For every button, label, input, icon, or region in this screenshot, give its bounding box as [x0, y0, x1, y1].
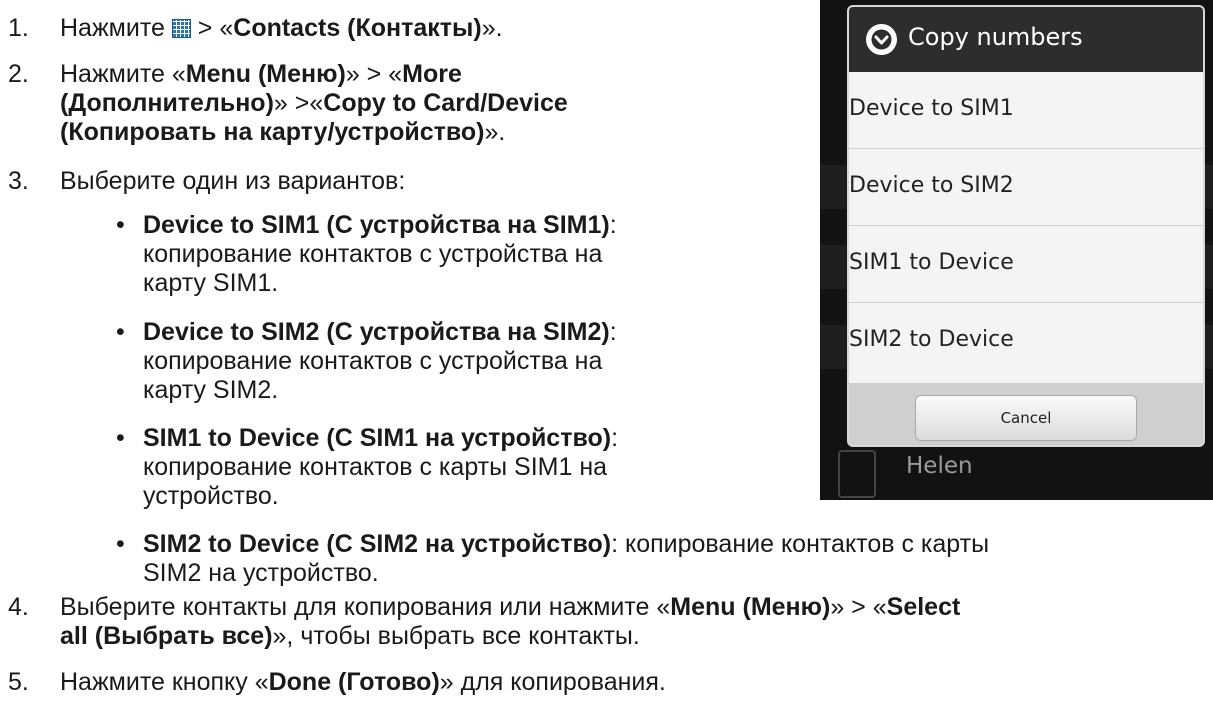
option-device-to-sim2[interactable]: Device to SIM2 [849, 149, 1203, 226]
step-text: », чтобы выбрать все контакты. [272, 622, 640, 650]
contact-avatar-icon [838, 450, 876, 498]
phone-screenshot: Helen Copy numbers Device to SIM1 Device… [820, 0, 1213, 500]
chevron-down-circle-icon [866, 24, 897, 55]
step-text: Выберите контакты для копирования или на… [60, 593, 671, 621]
option-sim1-to-device[interactable]: SIM1 to Device [849, 226, 1203, 303]
step-number: 5. [8, 668, 29, 696]
bullet-text: копирование контактов с устройства на [143, 347, 603, 375]
step-text: Нажмите кнопку « [60, 668, 269, 696]
dialog-title-bar: Copy numbers [849, 7, 1203, 72]
bullet-text: : копирование контактов с карты [611, 530, 990, 558]
step-text: > « [190, 14, 234, 42]
bullet-dot: • [116, 211, 125, 239]
bullet-bold-text: Device to SIM1 (С устройства на SIM1) [143, 211, 610, 239]
apps-grid-icon [171, 19, 191, 38]
step-text: » >« [273, 89, 324, 117]
step-bold-text: Menu (Меню) [670, 593, 831, 621]
bullet-bold-text: SIM2 to Device (С SIM2 на устройство) [143, 530, 612, 558]
bullet-text: копирование контактов с карты SIM1 на [143, 453, 608, 481]
step-text: ». [484, 118, 506, 146]
step-number: 4. [8, 593, 29, 621]
step-bold-text: Done (Готово) [268, 668, 440, 696]
option-sim2-to-device[interactable]: SIM2 to Device [849, 303, 1203, 380]
bullet-text: копирование контактов с устройства на [143, 240, 603, 268]
background-contact-helen: Helen [820, 446, 1213, 500]
bullet-text: : [609, 211, 617, 239]
contact-name: Helen [906, 453, 973, 479]
step-bold-text: Contacts (Контакты) [233, 14, 482, 42]
cancel-button[interactable]: Cancel [915, 395, 1137, 441]
bullet-text: SIM2 на устройство. [143, 559, 379, 587]
bullet-text: карту SIM1. [143, 269, 279, 297]
step-text: Выберите один из вариантов: [60, 167, 406, 195]
step-number: 2. [8, 60, 29, 88]
option-label: SIM1 to Device [849, 250, 1014, 275]
bullet-bold-text: SIM1 to Device (С SIM1 на устройство) [143, 424, 612, 452]
step-text: Нажмите « [60, 60, 186, 88]
copy-numbers-dialog: Copy numbers Device to SIM1 Device to SI… [847, 5, 1205, 447]
step-bold-text: (Копировать на карту/устройство) [60, 118, 485, 146]
step-text: ». [481, 14, 503, 42]
bullet-bold-text: Device to SIM2 (С устройства на SIM2) [143, 318, 610, 346]
step-text: » > « [345, 60, 403, 88]
dialog-footer: Cancel [849, 383, 1203, 445]
bullet-text: : [609, 318, 617, 346]
bullet-text: устройство. [143, 482, 279, 510]
step-number: 1. [8, 14, 29, 42]
option-label: Device to SIM2 [849, 173, 1014, 198]
bullet-text: карту SIM2. [143, 376, 279, 404]
bullet-text: : [611, 424, 619, 452]
option-device-to-sim1[interactable]: Device to SIM1 [849, 72, 1203, 149]
step-bold-text: Select [886, 593, 961, 621]
bullet-dot: • [116, 530, 125, 558]
option-label: Device to SIM1 [849, 96, 1014, 121]
step-bold-text: Copy to Card/Device [323, 89, 568, 117]
step-bold-text: More [402, 60, 462, 88]
step-text: Нажмите [60, 14, 172, 42]
step-text: » для копирования. [439, 668, 666, 696]
bullet-dot: • [116, 424, 125, 452]
step-number: 3. [8, 167, 29, 195]
step-text: » > « [830, 593, 887, 621]
step-bold-text: (Дополнительно) [60, 89, 274, 117]
option-label: SIM2 to Device [849, 327, 1014, 352]
bullet-dot: • [116, 318, 125, 346]
dialog-title: Copy numbers [908, 23, 1083, 51]
step-bold-text: Menu (Меню) [185, 60, 346, 88]
step-bold-text: all (Выбрать все) [60, 622, 273, 650]
